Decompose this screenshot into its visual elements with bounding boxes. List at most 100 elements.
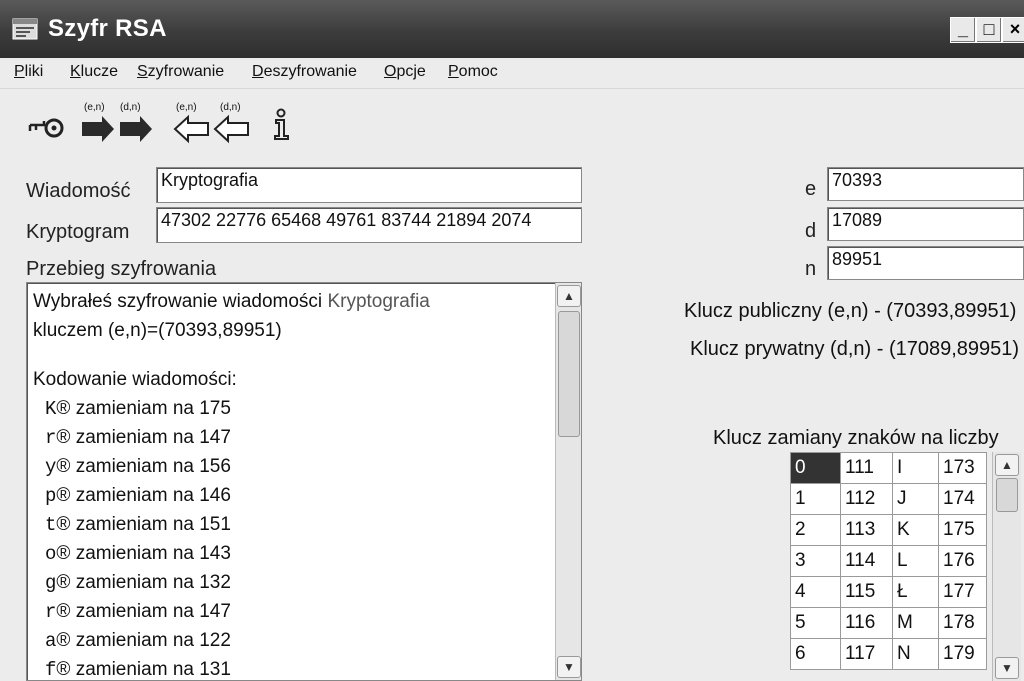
cryptogram-label: Kryptogram [26, 221, 130, 243]
menu-opcje[interactable]: Opcje [384, 63, 426, 81]
log-char: K [45, 398, 57, 420]
d-input[interactable]: 17089 [827, 207, 1024, 241]
e-input[interactable]: 70393 [827, 167, 1024, 201]
table-cell[interactable]: 112 [840, 483, 893, 515]
maximize-button[interactable]: □ [976, 17, 1002, 43]
log-conversion-row: o® zamieniam na 143 [33, 543, 231, 565]
registered-symbol: ® [56, 630, 71, 651]
registered-symbol: ® [56, 398, 71, 419]
log-conversion-row: y® zamieniam na 156 [33, 456, 231, 478]
e-label: e [805, 178, 817, 200]
mapping-scroll-down-button[interactable]: ▼ [995, 657, 1019, 679]
log-conversion-text: zamieniam na 143 [75, 543, 231, 564]
table-row[interactable]: 0 111 I 173 [790, 452, 987, 484]
registered-symbol: ® [56, 485, 71, 506]
table-cell[interactable]: 113 [840, 514, 893, 546]
log-conversion-text: zamieniam na 132 [75, 572, 231, 593]
decrypt-en-label: (e,n) [176, 102, 197, 113]
info-icon[interactable] [270, 108, 292, 147]
table-cell[interactable]: 177 [938, 576, 987, 608]
scroll-up-button[interactable]: ▲ [557, 285, 581, 307]
log-char: f [45, 659, 57, 681]
table-cell[interactable]: Ł [892, 576, 939, 608]
registered-symbol: ® [56, 601, 71, 622]
log-scrollbar[interactable]: ▲ ▼ [555, 283, 581, 680]
log-conversion-text: zamieniam na 175 [75, 398, 231, 419]
n-input[interactable]: 89951 [827, 246, 1024, 280]
table-cell[interactable]: 175 [938, 514, 987, 546]
log-conversion-text: zamieniam na 151 [75, 514, 231, 535]
table-cell[interactable]: 117 [840, 638, 893, 670]
table-cell[interactable]: 173 [938, 452, 987, 484]
table-cell[interactable]: 4 [790, 576, 841, 608]
table-cell[interactable]: N [892, 638, 939, 670]
message-input[interactable]: Kryptografia [156, 167, 582, 203]
scroll-thumb[interactable] [558, 311, 580, 437]
table-row[interactable]: 5 116 M 178 [790, 607, 987, 639]
mapping-scroll-up-button[interactable]: ▲ [995, 454, 1019, 476]
table-cell[interactable]: 2 [790, 514, 841, 546]
mapping-scroll-thumb[interactable] [996, 478, 1018, 512]
mapping-table[interactable]: 0 111 I 173 1 112 J 174 2 113 K 175 3 11… [790, 452, 987, 670]
message-label: Wiadomość [26, 180, 131, 202]
table-cell[interactable]: M [892, 607, 939, 639]
log-conversion-text: zamieniam na 147 [75, 601, 231, 622]
private-key-text: Klucz prywatny (d,n) - (17089,89951) [690, 338, 1020, 360]
table-cell[interactable]: 116 [840, 607, 893, 639]
encryption-log[interactable]: Wybrałeś szyfrowanie wiadomości Kryptogr… [26, 282, 582, 681]
menu-klucze[interactable]: Klucze [70, 63, 118, 81]
log-char: y [45, 456, 57, 478]
table-cell[interactable]: 111 [840, 452, 893, 484]
log-char: g [45, 572, 57, 594]
table-row[interactable]: 6 117 N 179 [790, 638, 987, 670]
mapping-title: Klucz zamiany znaków na liczby [713, 427, 999, 449]
window-title: Szyfr RSA [48, 15, 167, 42]
table-cell[interactable]: 0 [790, 452, 841, 484]
log-char: o [45, 543, 57, 565]
table-row[interactable]: 2 113 K 175 [790, 514, 987, 546]
table-cell[interactable]: 6 [790, 638, 841, 670]
table-cell[interactable]: 179 [938, 638, 987, 670]
log-conversion-row: r® zamieniam na 147 [33, 601, 231, 623]
table-cell[interactable]: K [892, 514, 939, 546]
close-button[interactable]: × [1002, 17, 1024, 43]
table-cell[interactable]: 5 [790, 607, 841, 639]
app-window-icon [12, 18, 38, 40]
table-cell[interactable]: 176 [938, 545, 987, 577]
decrypt-dn-label: (d,n) [220, 102, 241, 113]
table-cell[interactable]: 174 [938, 483, 987, 515]
table-cell[interactable]: I [892, 452, 939, 484]
log-char: p [45, 485, 57, 507]
table-cell[interactable]: J [892, 483, 939, 515]
menu-deszyfrowanie[interactable]: Deszyfrowanie [252, 63, 357, 81]
table-row[interactable]: 1 112 J 174 [790, 483, 987, 515]
log-heading: Kodowanie wiadomości: [33, 369, 237, 390]
table-row[interactable]: 4 115 Ł 177 [790, 576, 987, 608]
menu-pliki[interactable]: Pliki [14, 63, 43, 81]
table-row[interactable]: 3 114 L 176 [790, 545, 987, 577]
minimize-button[interactable]: _ [950, 17, 976, 43]
table-cell[interactable]: 178 [938, 607, 987, 639]
table-cell[interactable]: 115 [840, 576, 893, 608]
table-cell[interactable]: L [892, 545, 939, 577]
scroll-down-button[interactable]: ▼ [557, 656, 581, 678]
cryptogram-input[interactable]: 47302 22776 65468 49761 83744 21894 2074 [156, 207, 582, 243]
title-bar: Szyfr RSA _ □ × [0, 0, 1024, 58]
table-cell[interactable]: 3 [790, 545, 841, 577]
mapping-scrollbar[interactable]: ▲ ▼ [992, 452, 1021, 681]
log-conversion-row: f® zamieniam na 131 [33, 659, 231, 681]
key-icon[interactable] [28, 116, 68, 147]
log-conversion-row: a® zamieniam na 122 [33, 630, 231, 652]
log-intro-prefix: Wybrałeś szyfrowanie wiadomości [33, 291, 328, 312]
table-cell[interactable]: 114 [840, 545, 893, 577]
menu-pomoc[interactable]: Pomoc [448, 63, 498, 81]
log-conversion-row: g® zamieniam na 132 [33, 572, 231, 594]
log-intro-key: kluczem (e,n)=(70393,89951) [33, 320, 282, 341]
log-conversion-text: zamieniam na 156 [75, 456, 231, 477]
table-cell[interactable]: 1 [790, 483, 841, 515]
registered-symbol: ® [56, 456, 71, 477]
log-conversion-row: K® zamieniam na 175 [33, 398, 231, 420]
menu-bar: Pliki Klucze Szyfrowanie Deszyfrowanie O… [0, 58, 1024, 89]
menu-szyfrowanie[interactable]: Szyfrowanie [137, 63, 224, 81]
registered-symbol: ® [56, 427, 71, 448]
